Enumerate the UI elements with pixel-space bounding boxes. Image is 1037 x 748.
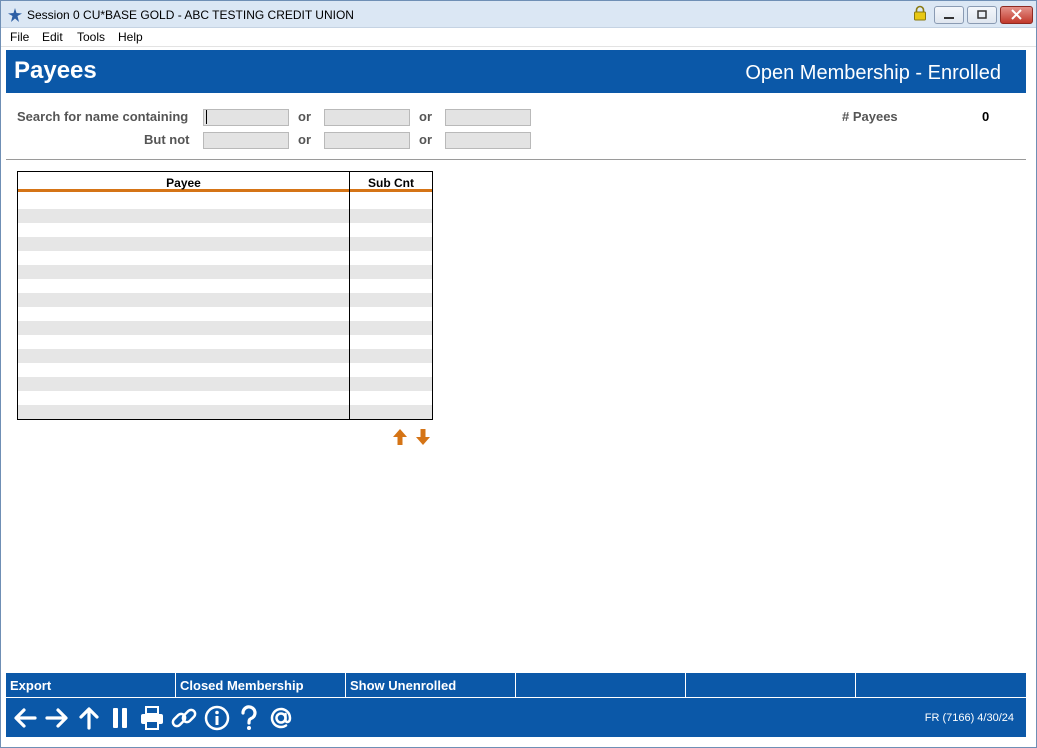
menu-edit[interactable]: Edit [42, 30, 63, 44]
scroll-up-arrow-icon[interactable] [392, 428, 408, 446]
bottom-toolbar: FR (7166) 4/30/24 [6, 698, 1026, 737]
help-icon[interactable] [235, 704, 263, 732]
printer-icon[interactable] [138, 704, 166, 732]
action-slot-6[interactable] [856, 673, 1026, 697]
payee-count-label: # Payees [842, 109, 898, 124]
search-containing-input-2[interactable] [324, 109, 410, 126]
status-text: FR (7166) 4/30/24 [924, 712, 1014, 724]
forward-arrow-icon[interactable] [43, 704, 71, 732]
table-row[interactable] [18, 335, 432, 349]
up-arrow-icon[interactable] [75, 704, 103, 732]
search-but-not-label: But not [144, 132, 190, 147]
table-row[interactable] [18, 251, 432, 265]
search-containing-input-3[interactable] [445, 109, 531, 126]
minimize-icon [944, 17, 954, 19]
close-icon [1011, 9, 1022, 20]
table-row[interactable] [18, 377, 432, 391]
menu-help[interactable]: Help [118, 30, 143, 44]
or-label: or [298, 109, 311, 124]
or-label: or [419, 132, 432, 147]
table-row[interactable] [18, 195, 432, 209]
info-icon[interactable] [203, 704, 231, 732]
app-logo-icon [8, 8, 22, 22]
at-sign-icon[interactable] [267, 704, 295, 732]
but-not-input-3[interactable] [445, 132, 531, 149]
menu-tools[interactable]: Tools [77, 30, 105, 44]
search-containing-input-1[interactable] [203, 109, 289, 126]
page-title: Payees [14, 57, 97, 84]
column-header-payee[interactable]: Payee [18, 176, 349, 190]
table-row[interactable] [18, 237, 432, 251]
table-row[interactable] [18, 307, 432, 321]
show-unenrolled-button[interactable]: Show Unenrolled [346, 673, 516, 697]
close-button[interactable] [1000, 6, 1033, 24]
table-row[interactable] [18, 265, 432, 279]
export-button[interactable]: Export [6, 673, 176, 697]
maximize-button[interactable] [967, 6, 997, 24]
column-header-sub-cnt[interactable]: Sub Cnt [350, 176, 432, 190]
payee-count-value: 0 [982, 109, 990, 124]
page-subtitle: Open Membership - Enrolled [745, 62, 1001, 84]
or-label: or [419, 109, 432, 124]
action-bar: Export Closed Membership Show Unenrolled [6, 673, 1026, 697]
back-arrow-icon[interactable] [11, 704, 39, 732]
page-header: Payees Open Membership - Enrolled [6, 50, 1026, 93]
search-containing-label: Search for name containing [17, 109, 189, 124]
table-row[interactable] [18, 391, 432, 405]
lock-icon [914, 5, 926, 21]
table-row[interactable] [18, 279, 432, 293]
action-slot-4[interactable] [516, 673, 686, 697]
but-not-input-2[interactable] [324, 132, 410, 149]
title-bar[interactable]: Session 0 CU*BASE GOLD - ABC TESTING CRE… [1, 1, 1036, 28]
application-window: Session 0 CU*BASE GOLD - ABC TESTING CRE… [0, 0, 1037, 748]
divider [6, 159, 1026, 160]
menu-file[interactable]: File [10, 30, 29, 44]
action-slot-5[interactable] [686, 673, 856, 697]
grid-header: Payee Sub Cnt [18, 172, 432, 192]
menu-bar: File Edit Tools Help [1, 28, 1036, 47]
table-row[interactable] [18, 293, 432, 307]
table-row[interactable] [18, 349, 432, 363]
table-row[interactable] [18, 223, 432, 237]
table-row[interactable] [18, 405, 432, 419]
but-not-input-1[interactable] [203, 132, 289, 149]
column-separator [349, 172, 350, 419]
table-row[interactable] [18, 321, 432, 335]
table-row[interactable] [18, 209, 432, 223]
or-label: or [298, 132, 311, 147]
table-row[interactable] [18, 363, 432, 377]
link-icon[interactable] [170, 704, 198, 732]
scroll-down-arrow-icon[interactable] [415, 428, 431, 446]
text-caret [206, 110, 207, 124]
minimize-button[interactable] [934, 6, 964, 24]
payee-grid[interactable]: Payee Sub Cnt [17, 171, 433, 420]
window-title: Session 0 CU*BASE GOLD - ABC TESTING CRE… [27, 8, 354, 22]
closed-membership-button[interactable]: Closed Membership [176, 673, 346, 697]
pause-icon[interactable] [106, 704, 134, 732]
restore-icon [977, 10, 987, 19]
